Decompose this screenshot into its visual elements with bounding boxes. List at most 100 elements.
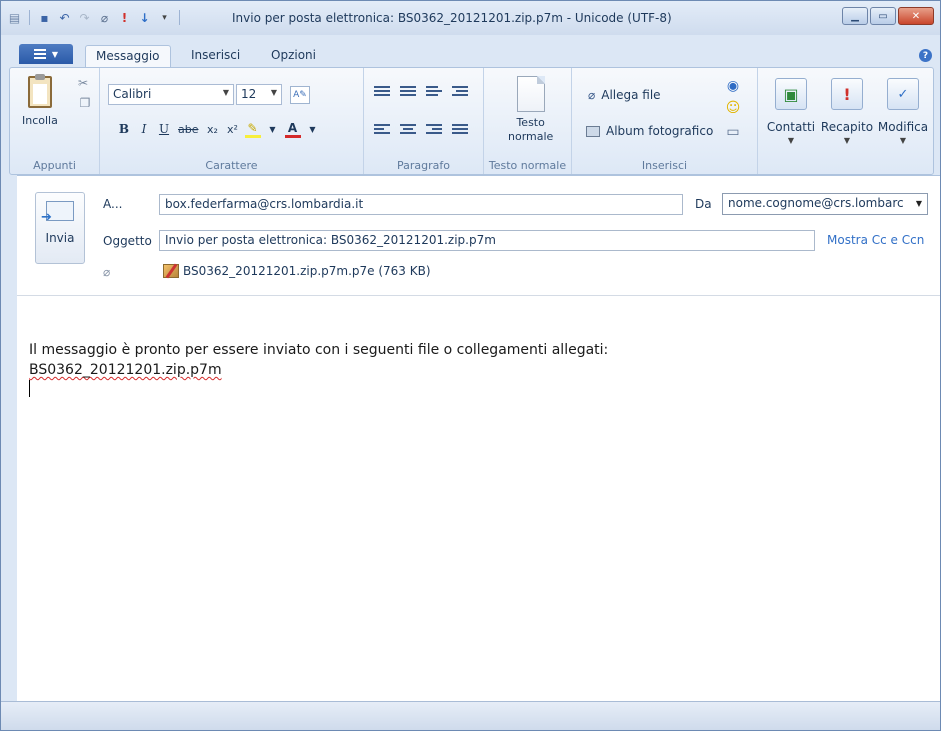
attachment-item[interactable]: BS0362_20121201.zip.p7m.p7e (763 KB)	[163, 264, 431, 278]
decrease-indent-icon[interactable]	[424, 82, 444, 100]
chevron-down-icon: ▼	[915, 199, 922, 208]
plain-text-button[interactable]: Testo normale	[508, 76, 553, 144]
signed-file-icon	[163, 264, 179, 278]
subject-field[interactable]: Invio per posta elettronica: BS0362_2012…	[159, 230, 815, 251]
from-value: nome.cognome@crs.lombarc	[728, 196, 904, 210]
send-button[interactable]: Invia	[35, 192, 85, 264]
to-button[interactable]: A...	[103, 197, 122, 211]
maximize-button[interactable]: ▭	[870, 7, 896, 25]
subscript-button[interactable]: x₂	[205, 120, 221, 138]
high-importance-icon[interactable]: !	[117, 10, 132, 25]
align-right-icon[interactable]	[424, 120, 444, 138]
plain-text-label-line1: Testo	[516, 116, 545, 129]
customize-icon[interactable]: ▾	[157, 10, 172, 25]
strikethrough-button[interactable]: abe	[176, 120, 201, 138]
increase-indent-icon[interactable]	[450, 82, 470, 100]
group-label-testo-normale: Testo normale	[488, 159, 567, 172]
clear-format-icon[interactable]: A✎	[290, 86, 310, 104]
chevron-down-icon: ▼	[899, 136, 907, 145]
list-row	[372, 82, 470, 100]
chevron-down-icon[interactable]: ▼	[305, 120, 321, 138]
paperclip-icon: ⌀	[103, 265, 111, 279]
contacts-label: Contatti	[766, 120, 816, 134]
minimize-button[interactable]: ▁	[842, 7, 868, 25]
ribbon: Incolla ✂ ❐ Appunti Calibri ▼ 12 ▼ A✎ B …	[9, 67, 934, 175]
qat-separator	[29, 10, 30, 25]
edit-button[interactable]: ✓ Modifica ▼	[876, 74, 930, 170]
chevron-down-icon[interactable]: ▼	[265, 120, 281, 138]
tab-inserisci[interactable]: Inserisci	[181, 45, 250, 67]
group-appunti: Incolla ✂ ❐ Appunti	[10, 68, 100, 174]
justify-icon[interactable]	[450, 120, 470, 138]
text-caret	[29, 380, 30, 397]
cut-icon[interactable]: ✂	[76, 76, 90, 90]
save-icon[interactable]: ▪	[37, 10, 52, 25]
redo-icon[interactable]: ↷	[77, 10, 92, 25]
new-icon[interactable]: ▤	[7, 10, 22, 25]
font-name-value: Calibri	[113, 87, 152, 101]
group-paragrafo: Paragrafo	[364, 68, 484, 174]
photo-album-label: Album fotografico	[606, 124, 714, 138]
message-body[interactable]: Il messaggio è pronto per essere inviato…	[17, 295, 940, 701]
italic-button[interactable]: I	[136, 120, 152, 138]
attach-icon[interactable]: ⌀	[97, 10, 112, 25]
numbered-list-icon[interactable]	[372, 82, 392, 100]
photo-album-button[interactable]: Album fotografico	[586, 124, 713, 138]
clipboard-icon	[27, 74, 52, 108]
priority-icon: !	[831, 78, 863, 110]
chevron-down-icon: ▼	[222, 88, 229, 97]
contacts-button[interactable]: ▣ Contatti ▼	[764, 74, 818, 170]
group-carattere: Calibri ▼ 12 ▼ A✎ B I U abe x₂ x² ✎ ▼ A …	[100, 68, 364, 174]
copy-icon[interactable]: ❐	[78, 96, 92, 110]
send-icon	[41, 201, 74, 225]
body-line-1: Il messaggio è pronto per essere inviato…	[29, 342, 609, 358]
help-icon[interactable]: ?	[919, 49, 932, 62]
align-left-icon[interactable]	[372, 120, 392, 138]
body-text: Il messaggio è pronto per essere inviato…	[29, 340, 608, 380]
to-field[interactable]: box.federfarma@crs.lombardia.it	[159, 194, 683, 215]
tab-messaggio[interactable]: Messaggio	[85, 45, 171, 67]
group-label-paragrafo: Paragrafo	[397, 159, 450, 172]
font-name-select[interactable]: Calibri ▼	[108, 84, 234, 105]
group-label-inserisci: Inserisci	[641, 159, 688, 172]
align-center-icon[interactable]	[398, 120, 418, 138]
align-row	[372, 120, 470, 138]
group-inserisci: ⌀ Allega file Album fotografico ◉ ☺ ▭ In…	[572, 68, 758, 174]
file-menu-button[interactable]: ▼	[19, 44, 73, 64]
undo-icon[interactable]: ↶	[57, 10, 72, 25]
mail-window: ▤ ▪ ↶ ↷ ⌀ ! ↓ ▾ Invio per posta elettron…	[0, 0, 941, 731]
quick-access-toolbar: ▤ ▪ ↶ ↷ ⌀ ! ↓ ▾	[7, 10, 182, 25]
paste-button[interactable]: Incolla	[22, 74, 58, 128]
group-label-carattere: Carattere	[205, 159, 258, 172]
body-line-2: BS0362_20121201.zip.p7m	[29, 362, 222, 378]
from-select[interactable]: nome.cognome@crs.lombarc ▼	[722, 193, 928, 215]
tab-opzioni[interactable]: Opzioni	[261, 45, 326, 67]
attach-file-button[interactable]: ⌀ Allega file	[588, 88, 661, 102]
title-bar: ▤ ▪ ↶ ↷ ⌀ ! ↓ ▾ Invio per posta elettron…	[1, 1, 940, 35]
from-label: Da	[695, 197, 712, 211]
close-button[interactable]: ✕	[898, 7, 934, 25]
bullet-list-icon[interactable]	[398, 82, 418, 100]
underline-button[interactable]: U	[156, 120, 172, 138]
window-controls: ▁ ▭ ✕	[842, 7, 934, 25]
window-title: Invio per posta elettronica: BS0362_2012…	[232, 11, 672, 25]
signature-icon[interactable]: ▭	[724, 124, 742, 140]
emoticon-icon[interactable]: ☺	[724, 100, 742, 116]
chevron-down-icon: ▼	[270, 88, 277, 97]
font-size-select[interactable]: 12 ▼	[236, 84, 282, 105]
priority-button[interactable]: ! Recapito ▼	[820, 74, 874, 170]
bold-button[interactable]: B	[116, 120, 132, 138]
plain-text-label-line2: normale	[508, 130, 554, 143]
low-importance-icon[interactable]: ↓	[137, 10, 152, 25]
chevron-down-icon: ▼	[843, 136, 851, 145]
edit-label: Modifica	[877, 120, 929, 134]
ribbon-tabs: ▼ Messaggio Inserisci Opzioni ?	[1, 41, 940, 67]
priority-label: Recapito	[820, 120, 874, 134]
superscript-button[interactable]: x²	[225, 120, 241, 138]
spelling-icon: ✓	[887, 78, 919, 110]
chevron-down-icon: ▼	[51, 49, 59, 59]
font-color-button[interactable]: A	[284, 120, 301, 138]
hyperlink-icon[interactable]: ◉	[724, 78, 742, 94]
show-cc-bcc-link[interactable]: Mostra Cc e Ccn	[827, 233, 924, 247]
highlight-icon[interactable]: ✎	[244, 120, 261, 138]
